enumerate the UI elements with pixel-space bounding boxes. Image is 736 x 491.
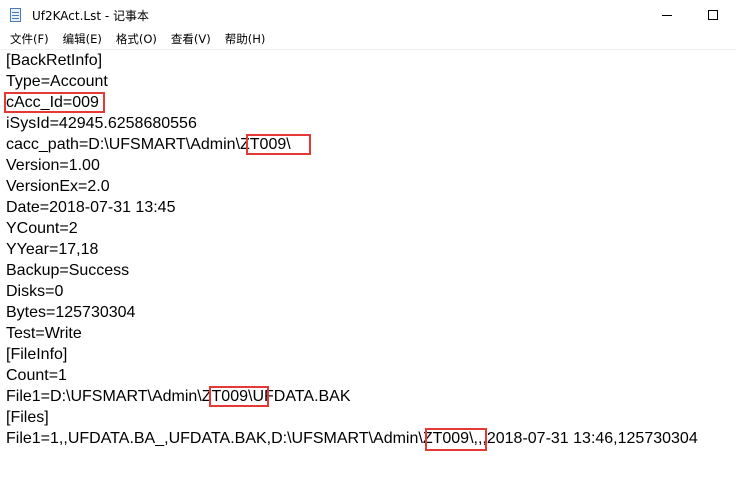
- text-line: File1=D:\UFSMART\Admin\ZT009\UFDATA.BAK: [6, 388, 351, 405]
- menu-edit[interactable]: 编辑(E): [56, 30, 109, 49]
- menu-help[interactable]: 帮助(H): [218, 30, 273, 49]
- highlight-box-acc-id: [4, 92, 105, 113]
- text-line: Date=2018-07-31 13:45: [6, 199, 176, 216]
- text-line: Bytes=125730304: [6, 304, 136, 321]
- text-line: iSysId=42945.6258680556: [6, 115, 197, 132]
- maximize-icon: [708, 10, 718, 20]
- text-line: Count=1: [6, 367, 67, 384]
- notepad-icon: [8, 7, 24, 23]
- highlight-box-path: [246, 134, 311, 155]
- minimize-button[interactable]: [644, 0, 690, 30]
- menu-view[interactable]: 查看(V): [164, 30, 218, 49]
- text-line: File1=1,,UFDATA.BA_,UFDATA.BAK,D:\UFSMAR…: [6, 430, 698, 447]
- text-line: Disks=0: [6, 283, 64, 300]
- menu-file[interactable]: 文件(F): [3, 30, 56, 49]
- text-line: YYear=17,18: [6, 241, 99, 258]
- text-editor[interactable]: [BackRetInfo] Type=Account cAcc_Id=009 i…: [0, 50, 736, 491]
- text-line: [Files]: [6, 409, 49, 426]
- menu-bar: 文件(F) 编辑(E) 格式(O) 查看(V) 帮助(H): [0, 30, 736, 49]
- text-line: Version=1.00: [6, 157, 100, 174]
- minimize-icon: [662, 15, 672, 16]
- text-line: [BackRetInfo]: [6, 52, 103, 69]
- menu-format[interactable]: 格式(O): [109, 30, 164, 49]
- text-line: Type=Account: [6, 73, 108, 90]
- highlight-box-fileinfo: [209, 386, 269, 407]
- highlight-box-files: [425, 428, 487, 451]
- window-title: Uf2KAct.Lst - 记事本: [32, 8, 150, 23]
- text-line: [FileInfo]: [6, 346, 68, 363]
- text-line: VersionEx=2.0: [6, 178, 110, 195]
- text-line: Backup=Success: [6, 262, 130, 279]
- title-bar[interactable]: Uf2KAct.Lst - 记事本: [0, 0, 736, 30]
- maximize-button[interactable]: [690, 0, 736, 30]
- text-line: YCount=2: [6, 220, 78, 237]
- text-line: Test=Write: [6, 325, 82, 342]
